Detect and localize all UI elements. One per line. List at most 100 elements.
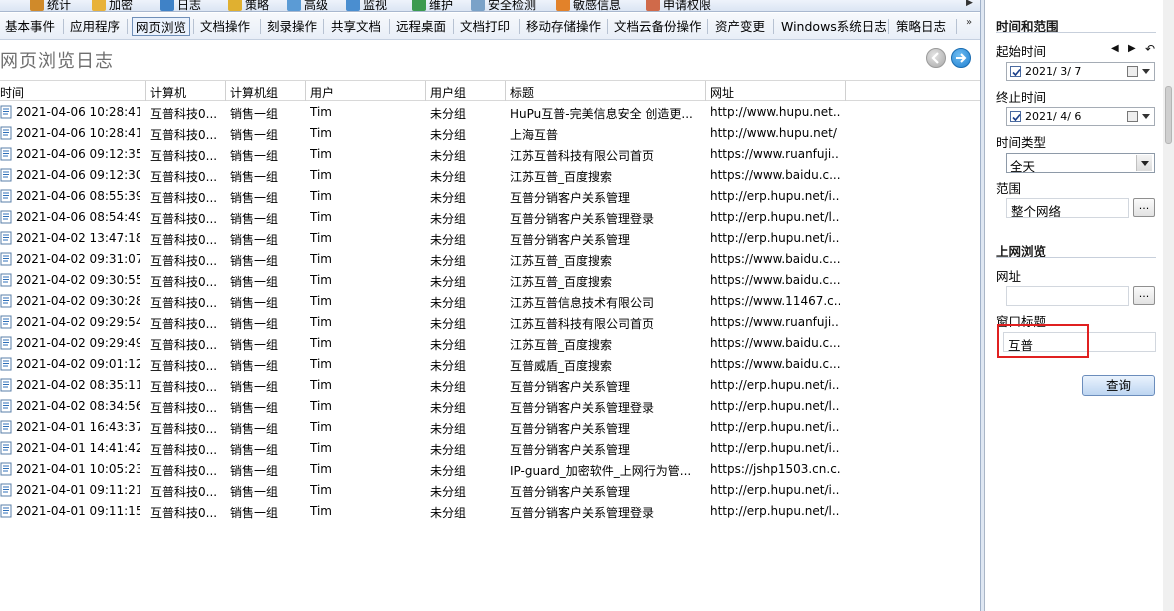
table-cell: Tim: [310, 126, 332, 140]
scrollbar-thumb[interactable]: [1165, 86, 1172, 144]
column-header[interactable]: 时间: [0, 84, 24, 101]
back-arrow-icon[interactable]: [926, 48, 946, 68]
start-date-picker[interactable]: 2021/ 3/ 7: [1006, 62, 1155, 81]
log-tab[interactable]: 策略日志: [893, 17, 949, 36]
column-header[interactable]: 用户: [310, 84, 334, 101]
table-row[interactable]: 2021-04-02 08:35:11 互普科技0... 销售一组 Tim 未分组 互普分…: [0, 375, 980, 396]
column-divider[interactable]: [705, 81, 706, 101]
chevron-down-icon[interactable]: [1142, 114, 1150, 119]
calendar-icon[interactable]: [1127, 66, 1138, 77]
range-browse-button[interactable]: ...: [1133, 198, 1155, 217]
tab-separator: [63, 19, 64, 34]
log-tab[interactable]: 文档云备份操作: [611, 17, 705, 36]
query-button[interactable]: 查询: [1082, 375, 1155, 396]
column-header[interactable]: 用户组: [430, 84, 466, 101]
start-date-checkbox[interactable]: [1010, 66, 1021, 77]
log-tab[interactable]: 网页浏览: [132, 17, 191, 36]
table-row[interactable]: 2021-04-02 13:47:18 互普科技0... 销售一组 Tim 未分组 互普分…: [0, 228, 980, 249]
log-tab[interactable]: 资产变更: [712, 17, 768, 36]
column-divider[interactable]: [305, 81, 306, 101]
calendar-icon[interactable]: [1127, 111, 1138, 122]
toolbar-item[interactable]: 加密: [92, 0, 133, 11]
tab-separator: [323, 19, 324, 34]
log-tab[interactable]: 基本事件: [2, 17, 58, 36]
next-icon[interactable]: ▶: [1128, 43, 1136, 54]
table-row[interactable]: 2021-04-02 09:29:54 互普科技0... 销售一组 Tim 未分组 江苏互…: [0, 312, 980, 333]
toolbar-item[interactable]: 申请权限: [646, 0, 711, 11]
toolbar-item[interactable]: 维护: [412, 0, 453, 11]
table-row[interactable]: 2021-04-06 10:28:41 互普科技0... 销售一组 Tim 未分组 上海互…: [0, 123, 980, 144]
table-cell: 江苏互普科技有限公司首页: [510, 149, 655, 163]
log-tab[interactable]: 应用程序: [67, 17, 123, 36]
toolbar-item[interactable]: 高级: [287, 0, 328, 11]
column-divider[interactable]: [225, 81, 226, 101]
undo-arrow-icon[interactable]: ↶: [1145, 42, 1155, 56]
log-tab[interactable]: 刻录操作: [264, 17, 320, 36]
end-date-checkbox[interactable]: [1010, 111, 1021, 122]
column-header[interactable]: 计算机组: [230, 84, 278, 101]
column-divider[interactable]: [425, 81, 426, 101]
table-row[interactable]: 2021-04-01 09:11:15 互普科技0... 销售一组 Tim 未分组 互普分…: [0, 501, 980, 522]
table-cell: 2021-04-06 09:12:30: [16, 168, 140, 182]
table-cell: 互普科技0...: [150, 128, 218, 142]
column-header[interactable]: 标题: [510, 84, 534, 101]
end-date-picker[interactable]: 2021/ 4/ 6: [1006, 107, 1155, 126]
table-row[interactable]: 2021-04-06 10:28:41 互普科技0... 销售一组 Tim 未分组 HuP…: [0, 102, 980, 123]
table-row[interactable]: 2021-04-01 10:05:23 互普科技0... 销售一组 Tim 未分组 IP-…: [0, 459, 980, 480]
log-tab[interactable]: 文档打印: [457, 17, 513, 36]
dropdown-arrow-icon[interactable]: [1136, 155, 1152, 171]
prev-icon[interactable]: ◀: [1111, 43, 1119, 54]
table-cell: 互普分销客户关系管理: [510, 443, 631, 457]
column-divider[interactable]: [145, 81, 146, 101]
range-field[interactable]: 整个网络: [1006, 198, 1129, 218]
table-row[interactable]: 2021-04-06 09:12:30 互普科技0... 销售一组 Tim 未分组 江苏互…: [0, 165, 980, 186]
table-row[interactable]: 2021-04-06 08:55:39 互普科技0... 销售一组 Tim 未分组 互普分…: [0, 186, 980, 207]
table-row[interactable]: 2021-04-02 09:29:49 互普科技0... 销售一组 Tim 未分组 江苏互…: [0, 333, 980, 354]
table-row[interactable]: 2021-04-02 09:30:55 互普科技0... 销售一组 Tim 未分组 江苏互…: [0, 270, 980, 291]
url-field[interactable]: [1006, 286, 1129, 306]
table-row[interactable]: 2021-04-02 09:30:28 互普科技0... 销售一组 Tim 未分组 江苏互…: [0, 291, 980, 312]
time-type-select[interactable]: 全天: [1006, 153, 1155, 174]
table-row[interactable]: 2021-04-02 08:34:56 互普科技0... 销售一组 Tim 未分组 互普分…: [0, 396, 980, 417]
web-page-icon: [0, 231, 12, 245]
toolbar-item[interactable]: 敏感信息: [556, 0, 621, 11]
panel-scrollbar[interactable]: [1163, 0, 1174, 611]
log-tab[interactable]: 共享文档: [328, 17, 384, 36]
toolbar-item-icon: [346, 0, 360, 11]
tabs-more-icon[interactable]: »: [966, 17, 972, 28]
table-row[interactable]: 2021-04-06 09:12:35 互普科技0... 销售一组 Tim 未分组 江苏互…: [0, 144, 980, 165]
table-cell: 2021-04-01 16:43:37: [16, 420, 140, 434]
log-tab[interactable]: 远程桌面: [393, 17, 449, 36]
chevron-down-icon[interactable]: [1142, 69, 1150, 74]
table-row[interactable]: 2021-04-01 09:11:21 互普科技0... 销售一组 Tim 未分组 互普分…: [0, 480, 980, 501]
table-cell: Tim: [310, 231, 332, 245]
table-cell: 销售一组: [230, 191, 279, 205]
table-cell: 互普分销客户关系管理登录: [510, 401, 655, 415]
column-header[interactable]: 网址: [710, 84, 734, 101]
table-cell: 未分组: [430, 191, 467, 205]
table-row[interactable]: 2021-04-01 16:43:37 互普科技0... 销售一组 Tim 未分组 互普分…: [0, 417, 980, 438]
table-cell: 2021-04-06 10:28:41: [16, 105, 140, 119]
toolbar-item[interactable]: 日志: [160, 0, 201, 11]
toolbar-item[interactable]: 统计: [30, 0, 71, 11]
column-divider[interactable]: [845, 81, 846, 101]
log-tab[interactable]: 移动存储操作: [523, 17, 604, 36]
table-row[interactable]: 2021-04-06 08:54:49 互普科技0... 销售一组 Tim 未分组 互普分…: [0, 207, 980, 228]
table-row[interactable]: 2021-04-01 14:41:42 互普科技0... 销售一组 Tim 未分组 互普分…: [0, 438, 980, 459]
url-browse-button[interactable]: ...: [1133, 286, 1155, 305]
toolbar-scroll-right-icon[interactable]: ▶: [966, 0, 973, 8]
table-cell: 互普分销客户关系管理登录: [510, 506, 655, 520]
log-tab[interactable]: Windows系统日志: [778, 17, 890, 36]
log-tab[interactable]: 文档操作: [197, 17, 253, 36]
forward-arrow-icon[interactable]: [951, 48, 971, 68]
toolbar-item-icon: [92, 0, 106, 11]
toolbar-item[interactable]: 安全检测: [471, 0, 536, 11]
table-row[interactable]: 2021-04-02 09:31:07 互普科技0... 销售一组 Tim 未分组 江苏互…: [0, 249, 980, 270]
toolbar-item[interactable]: 策略: [228, 0, 269, 11]
table-cell: 互普科技0...: [150, 443, 218, 457]
table-row[interactable]: 2021-04-02 09:01:12 互普科技0... 销售一组 Tim 未分组 互普威…: [0, 354, 980, 375]
column-header[interactable]: 计算机: [150, 84, 186, 101]
column-divider[interactable]: [505, 81, 506, 101]
table-cell: Tim: [310, 441, 332, 455]
toolbar-item[interactable]: 监视: [346, 0, 387, 11]
